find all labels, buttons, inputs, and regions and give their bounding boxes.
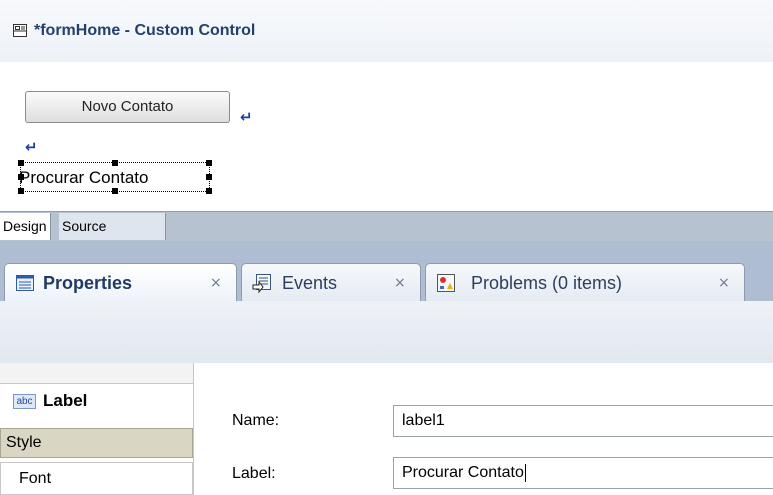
close-icon[interactable]: × — [210, 275, 222, 291]
label-text: Procurar Contato — [19, 168, 149, 187]
editor-mode-tabs: Design Source — [0, 211, 773, 242]
properties-panel: abc Label Style Font Name: label1 Label:… — [0, 301, 773, 495]
name-field[interactable]: label1 — [393, 405, 773, 437]
label-control-icon: abc — [13, 394, 36, 409]
tab-design[interactable]: Design — [0, 213, 51, 240]
sidebar-item-style[interactable]: Style — [0, 428, 193, 458]
tab-label: Properties — [43, 273, 133, 293]
text-cursor — [524, 463, 526, 482]
editor-header: *formHome - Custom Control — [0, 0, 773, 62]
tab-problems[interactable]: Problems (0 items) × — [425, 263, 745, 301]
resize-handle[interactable] — [18, 188, 24, 194]
sidebar-item-label[interactable]: abc Label — [0, 388, 193, 418]
label-field-label: Label: — [232, 465, 276, 482]
label-field-value: Procurar Contato — [402, 464, 524, 481]
problems-icon — [437, 274, 455, 292]
label-field[interactable]: Procurar Contato — [393, 457, 773, 489]
editor-title: *formHome - Custom Control — [34, 22, 256, 39]
tab-label: Problems (0 items) — [471, 273, 623, 293]
properties-icon — [16, 275, 34, 291]
procurar-contato-label[interactable]: Procurar Contato — [18, 160, 212, 194]
tab-properties[interactable]: Properties × — [4, 263, 237, 301]
name-field-label: Name: — [232, 412, 280, 429]
line-break-mark-icon: ↵ — [240, 108, 253, 126]
properties-toolbar — [0, 301, 773, 363]
properties-sidebar: abc Label Style Font — [0, 363, 194, 495]
custom-control-editor: *formHome - Custom Control Novo Contato … — [0, 0, 773, 211]
sidebar-item-label-text: Label — [43, 391, 88, 410]
resize-handle[interactable] — [112, 188, 118, 194]
custom-control-icon — [13, 24, 27, 37]
tab-source[interactable]: Source — [59, 213, 166, 240]
resize-handle[interactable] — [112, 160, 118, 166]
views-tab-bar: Properties × Events × Problems (0 items)… — [0, 241, 773, 301]
tab-label: Events — [282, 273, 338, 293]
resize-handle[interactable] — [206, 188, 212, 194]
resize-handle[interactable] — [18, 160, 24, 166]
sidebar-item-font[interactable]: Font — [0, 462, 193, 495]
events-icon — [252, 274, 271, 293]
close-icon[interactable]: × — [394, 275, 406, 291]
resize-handle[interactable] — [206, 174, 212, 180]
line-break-mark-icon: ↵ — [25, 138, 38, 156]
close-icon[interactable]: × — [718, 275, 730, 291]
name-field-value: label1 — [402, 412, 445, 429]
novo-contato-button[interactable]: Novo Contato — [25, 91, 230, 123]
resize-handle[interactable] — [206, 160, 212, 166]
sidebar-spacer — [0, 363, 193, 384]
tab-events[interactable]: Events × — [241, 263, 421, 301]
